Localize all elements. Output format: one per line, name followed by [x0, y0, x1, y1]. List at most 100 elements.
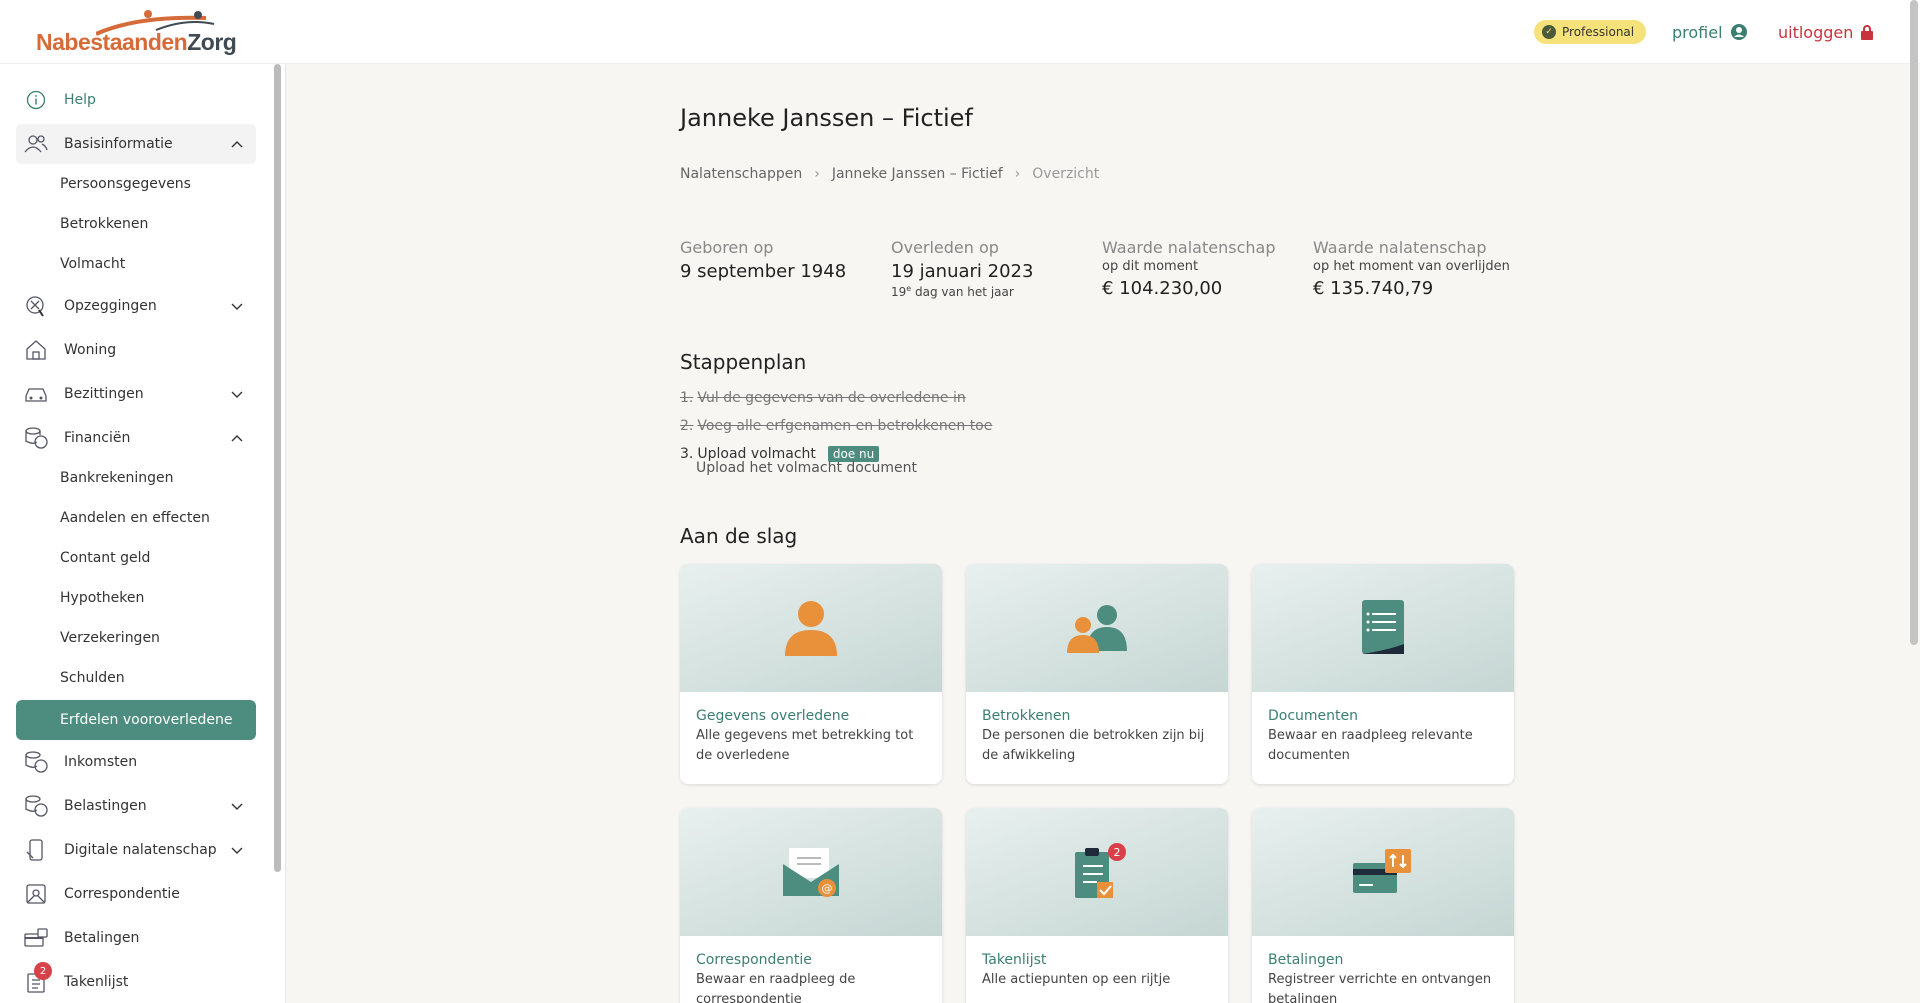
- payment-card-icon: [22, 924, 50, 952]
- mail-at-icon: [22, 880, 50, 908]
- fact-label: Overleden op: [891, 238, 999, 257]
- sidebar-item-betalingen[interactable]: Betalingen: [16, 918, 256, 958]
- sidebar-item-label: Belastingen: [64, 798, 147, 814]
- card-takenlijst[interactable]: 2 Takenlijst Alle actiepunten op een rij…: [966, 808, 1228, 1003]
- sidebar-item-schulden[interactable]: Schulden: [16, 658, 256, 698]
- sidebar: Help Basisinformatie Persoonsgegevens Be…: [0, 64, 286, 1003]
- sidebar-item-label: Betrokkenen: [60, 216, 149, 232]
- card-illustration: [1252, 564, 1514, 692]
- fact-born: Geboren op 9 september 1948: [680, 238, 880, 282]
- sidebar-item-volmacht[interactable]: Volmacht: [16, 244, 256, 284]
- fact-label: Waarde nalatenschap: [1102, 238, 1276, 257]
- sidebar-item-label: Contant geld: [60, 550, 151, 566]
- logo[interactable]: NabestaandenZorg: [36, 10, 237, 58]
- sidebar-item-label: Basisinformatie: [64, 136, 173, 152]
- sidebar-item-label: Aandelen en effecten: [60, 510, 210, 526]
- sidebar-item-label: Financiën: [64, 430, 131, 446]
- sidebar-item-inkomsten[interactable]: Inkomsten: [16, 742, 256, 782]
- coins-icon: [22, 424, 50, 452]
- plan-badge-label: Professional: [1562, 25, 1635, 39]
- sidebar-item-verzekeringen[interactable]: Verzekeringen: [16, 618, 256, 658]
- cancel-circle-icon: [22, 292, 50, 320]
- page-title: Janneke Janssen – Fictief: [680, 104, 973, 132]
- sidebar-item-belastingen[interactable]: Belastingen: [16, 786, 256, 826]
- logo-text: NabestaandenZorg: [36, 29, 237, 55]
- card-gegevens-overledene[interactable]: Gegevens overledene Alle gegevens met be…: [680, 564, 942, 784]
- card-documenten[interactable]: Documenten Bewaar en raadpleeg relevante…: [1252, 564, 1514, 784]
- card-correspondentie[interactable]: @ Correspondentie Bewaar en raadpleeg de…: [680, 808, 942, 1003]
- sidebar-item-betrokkenen[interactable]: Betrokkenen: [16, 204, 256, 244]
- chevron-down-icon: [231, 847, 243, 854]
- sidebar-item-help[interactable]: Help: [16, 80, 256, 120]
- payment-icon: [1353, 849, 1411, 893]
- page-scrollbar[interactable]: [1910, 0, 1918, 1003]
- breadcrumb-chevron-icon: ›: [814, 166, 820, 182]
- house-icon: [22, 336, 50, 364]
- card-illustration: [1252, 808, 1514, 936]
- profile-label: profiel: [1672, 22, 1723, 42]
- breadcrumb-estate[interactable]: Janneke Janssen – Fictief: [832, 166, 1003, 182]
- chevron-down-icon: [231, 391, 243, 398]
- sidebar-item-basisinformatie[interactable]: Basisinformatie: [16, 124, 256, 164]
- sidebar-scrollbar[interactable]: [274, 64, 281, 874]
- coins-euro-icon: [22, 748, 50, 776]
- breadcrumb-nalatenschappen[interactable]: Nalatenschappen: [680, 166, 802, 182]
- chevron-up-icon: [231, 435, 243, 442]
- person-icon: [785, 601, 837, 656]
- users-icon: [22, 130, 50, 158]
- mail-icon: @: [783, 848, 839, 897]
- stappenplan-list: 1. Vul de gegevens van de overledene in 2…: [680, 384, 992, 476]
- card-title: Documenten: [1268, 708, 1359, 724]
- sidebar-item-financien[interactable]: Financiën: [16, 418, 256, 458]
- sidebar-item-label: Help: [64, 92, 96, 108]
- task-count-badge: 2: [34, 962, 52, 980]
- sidebar-scrollbar-thumb[interactable]: [274, 64, 281, 872]
- card-title: Correspondentie: [696, 952, 812, 968]
- check-icon: ✓: [1542, 25, 1556, 39]
- sidebar-item-erfdelen-vooroverledene[interactable]: Erfdelen vooroverledene: [16, 700, 256, 740]
- card-betrokkenen[interactable]: Betrokkenen De personen die betrokken zi…: [966, 564, 1228, 784]
- sidebar-item-takenlijst[interactable]: 2 Takenlijst: [16, 962, 256, 1002]
- sidebar-item-label: Persoonsgegevens: [60, 176, 191, 192]
- breadcrumb-chevron-icon: ›: [1014, 166, 1021, 182]
- fact-value: 19 januari 2023: [891, 261, 1034, 282]
- sidebar-item-bezittingen[interactable]: Bezittingen: [16, 374, 256, 414]
- top-header: NabestaandenZorg ✓ Professional profiel …: [0, 0, 1920, 64]
- fact-value: 9 september 1948: [680, 261, 847, 282]
- logout-label: uitloggen: [1778, 22, 1854, 42]
- sidebar-item-digitale-nalatenschap[interactable]: Digitale nalatenschap: [16, 830, 256, 870]
- card-title: Betalingen: [1268, 952, 1344, 968]
- sidebar-item-label: Volmacht: [60, 256, 126, 272]
- fact-value: € 135.740,79: [1313, 278, 1434, 299]
- sidebar-item-persoonsgegevens[interactable]: Persoonsgegevens: [16, 164, 256, 204]
- card-title: Takenlijst: [982, 952, 1047, 968]
- sidebar-item-opzeggingen[interactable]: Opzeggingen: [16, 286, 256, 326]
- card-betalingen[interactable]: Betalingen Registreer verrichte en ontva…: [1252, 808, 1514, 1003]
- step-2: 2. Voeg alle erfgenamen en betrokkenen to…: [680, 418, 993, 434]
- car-icon: [22, 380, 50, 408]
- sidebar-item-contant-geld[interactable]: Contant geld: [16, 538, 256, 578]
- sidebar-item-label: Correspondentie: [64, 886, 180, 902]
- page-scrollbar-thumb[interactable]: [1910, 0, 1918, 645]
- sidebar-item-bankrekeningen[interactable]: Bankrekeningen: [16, 458, 256, 498]
- document-icon: [1362, 600, 1404, 654]
- touch-device-icon: [22, 836, 50, 864]
- sidebar-item-hypotheken[interactable]: Hypotheken: [16, 578, 256, 618]
- sidebar-item-label: Bankrekeningen: [60, 470, 174, 486]
- sidebar-item-label: Inkomsten: [64, 754, 138, 770]
- svg-text:2: 2: [1114, 846, 1121, 859]
- fact-value-death: Waarde nalatenschap op het moment van ov…: [1313, 238, 1553, 299]
- sidebar-item-label: Bezittingen: [64, 386, 144, 402]
- sidebar-item-aandelen[interactable]: Aandelen en effecten: [16, 498, 256, 538]
- chevron-down-icon: [231, 303, 243, 310]
- card-description: Alle gegevens met betrekking tot de over…: [696, 728, 914, 763]
- breadcrumb-current: Overzicht: [1032, 166, 1100, 182]
- sidebar-item-correspondentie[interactable]: Correspondentie: [16, 874, 256, 914]
- sidebar-item-woning[interactable]: Woning: [16, 330, 256, 370]
- profile-link[interactable]: profiel: [1672, 20, 1747, 44]
- card-illustration: 2: [966, 808, 1228, 936]
- main-content: Janneke Janssen – Fictief Nalatenschappe…: [286, 64, 1906, 1003]
- fact-sublabel: op dit moment: [1102, 259, 1199, 274]
- logout-link[interactable]: uitloggen: [1778, 20, 1874, 44]
- user-circle-icon: [1730, 24, 1747, 40]
